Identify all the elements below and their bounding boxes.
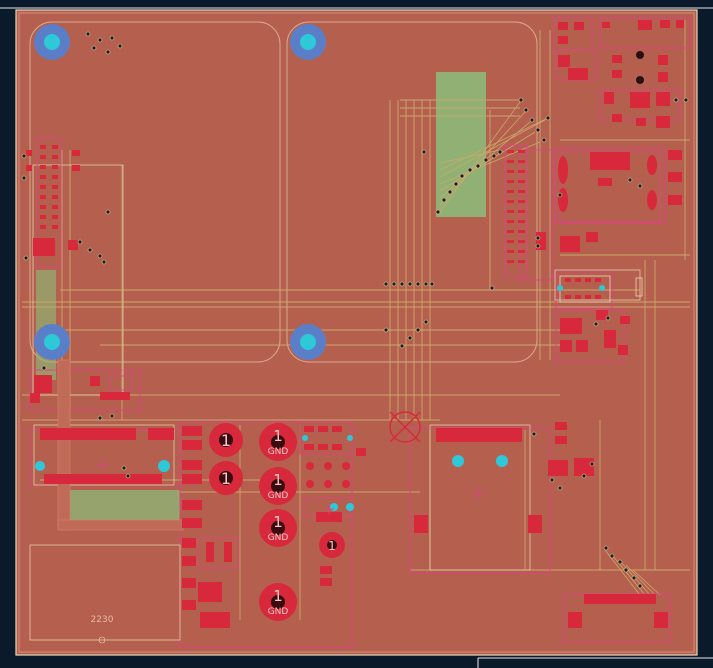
board-number-label: 2230: [91, 615, 114, 625]
pad-label-5: 1: [273, 513, 283, 531]
gnd-label-1: GND: [268, 447, 289, 457]
gnd-label-4: GND: [268, 607, 289, 617]
pad-label-3: 1: [273, 427, 283, 445]
gnd-label-2: GND: [268, 491, 289, 501]
pcb-canvas[interactable]: 1 1 1 GND 1 GND 1 GND 1 GND 1 2230: [0, 0, 713, 668]
pad-label-2: 1: [221, 469, 231, 488]
pad-label-7: 1: [328, 539, 336, 553]
gnd-label-3: GND: [268, 533, 289, 543]
copper-pour: [15, 9, 698, 656]
pad-label-4: 1: [273, 471, 283, 489]
pad-label-6: 1: [273, 587, 283, 605]
pcb-viewer: 1 1 1 GND 1 GND 1 GND 1 GND 1 2230: [0, 0, 713, 668]
pad-label-1: 1: [221, 431, 231, 450]
